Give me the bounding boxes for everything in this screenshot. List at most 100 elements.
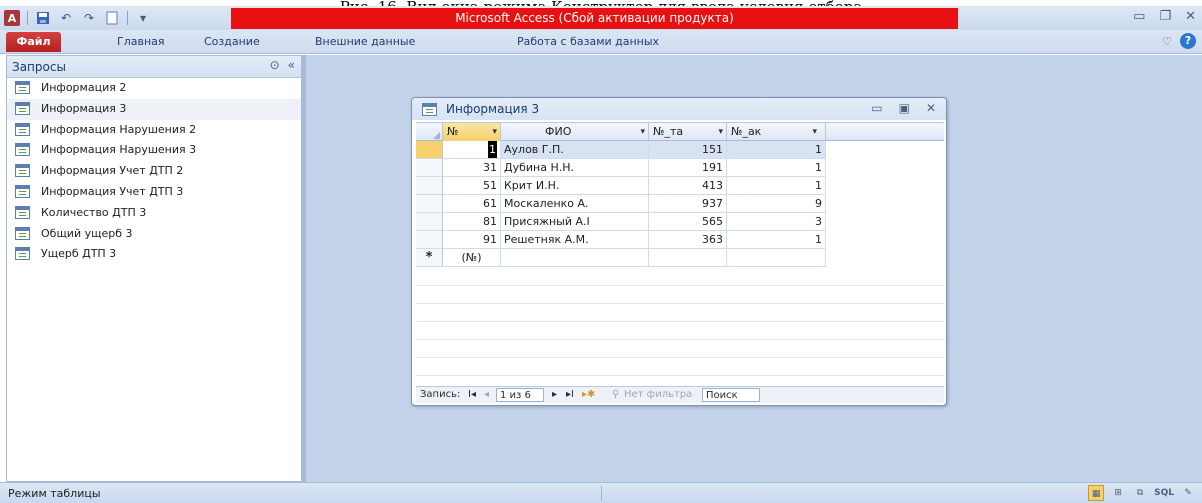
table-row[interactable]: 81 Присяжный А.I 565 3: [416, 213, 944, 231]
chevron-down-icon[interactable]: ▾: [492, 123, 497, 141]
row-selector[interactable]: [416, 195, 443, 213]
row-selector[interactable]: [416, 141, 443, 159]
minimize-icon[interactable]: ▭: [1133, 9, 1145, 24]
cell-no-ta[interactable]: 937: [649, 195, 727, 213]
tab-external-data[interactable]: Внешние данные: [315, 35, 415, 48]
tab-home[interactable]: Главная: [117, 35, 165, 48]
column-header-no-ta[interactable]: №_та ▾: [649, 123, 727, 141]
sql-view-button[interactable]: SQL: [1154, 485, 1174, 501]
pivotchart-view-icon[interactable]: ⧉: [1132, 485, 1148, 501]
filter-status[interactable]: Нет фильтра: [624, 388, 692, 402]
column-header-no[interactable]: № ▾: [443, 123, 501, 141]
prev-record-button[interactable]: ◂: [484, 388, 489, 402]
query-window-title-bar[interactable]: Информация 3 ▭ ▣ ✕: [412, 98, 946, 120]
new-icon[interactable]: [104, 10, 120, 26]
record-position-input[interactable]: 1 из 6: [496, 388, 544, 402]
cell-fio[interactable]: Решетняк А.М.: [501, 231, 649, 249]
nav-item-query[interactable]: Информация Учет ДТП 2: [7, 161, 301, 182]
nav-item-query[interactable]: Информация Учет ДТП 3: [7, 182, 301, 203]
next-record-button[interactable]: ▸: [552, 388, 557, 402]
cell-fio[interactable]: Аулов Г.П.: [501, 141, 649, 159]
tab-database-tools[interactable]: Работа с базами данных: [517, 35, 659, 48]
column-header-label: №_та: [653, 125, 684, 138]
column-header-fio[interactable]: ФИО ▾: [501, 123, 649, 141]
table-row[interactable]: 91 Решетняк А.М. 363 1: [416, 231, 944, 249]
chevron-down-icon[interactable]: ▾: [812, 123, 817, 141]
chevron-down-icon[interactable]: ▾: [718, 123, 723, 141]
cell-fio[interactable]: Москаленко А.: [501, 195, 649, 213]
cell-no-ta[interactable]: 191: [649, 159, 727, 177]
row-selector[interactable]: [416, 231, 443, 249]
row-selector[interactable]: [416, 177, 443, 195]
save-icon[interactable]: [35, 10, 51, 26]
cell-no-ak[interactable]: 1: [727, 141, 826, 159]
last-record-button[interactable]: ▸I: [566, 388, 574, 402]
table-row[interactable]: 61 Москаленко А. 937 9: [416, 195, 944, 213]
cell-no-placeholder[interactable]: (№): [443, 249, 501, 267]
cell-no[interactable]: 81: [443, 213, 501, 231]
chevron-down-icon[interactable]: ▾: [640, 123, 645, 141]
select-all-corner[interactable]: [416, 123, 443, 141]
nav-item-label: Информация 2: [41, 81, 127, 94]
cell-no-ak[interactable]: 3: [727, 213, 826, 231]
nav-item-query[interactable]: Ущерб ДТП 3: [7, 244, 301, 265]
cell-no[interactable]: 91: [443, 231, 501, 249]
cell-no[interactable]: 61: [443, 195, 501, 213]
tab-file[interactable]: Файл: [6, 32, 61, 52]
cell-no-ta[interactable]: [649, 249, 727, 267]
datasheet-view-icon[interactable]: ▦: [1088, 485, 1105, 501]
nav-item-label: Информация Нарушения 3: [41, 143, 197, 157]
new-record-button[interactable]: ▸✱: [582, 388, 595, 402]
redo-icon[interactable]: ↷: [81, 10, 97, 26]
nav-item-query[interactable]: Информация Нарушения 2: [7, 120, 301, 141]
customize-icon[interactable]: ▾: [135, 10, 151, 26]
cell-no-ta[interactable]: 413: [649, 177, 727, 195]
new-record-row[interactable]: * (№): [416, 249, 944, 267]
cell-no[interactable]: 51: [443, 177, 501, 195]
column-header-no-ak[interactable]: №_ак ▾: [727, 123, 826, 141]
close-icon[interactable]: ✕: [926, 101, 936, 115]
close-icon[interactable]: ✕: [1185, 9, 1196, 24]
help-icon[interactable]: ?: [1180, 33, 1196, 49]
cell-no-ta[interactable]: 565: [649, 213, 727, 231]
access-logo-icon[interactable]: A: [4, 10, 20, 26]
cell-fio[interactable]: [501, 249, 649, 267]
cell-no-ak[interactable]: 1: [727, 231, 826, 249]
nav-item-query[interactable]: Информация 3: [7, 98, 301, 120]
cell-fio[interactable]: Дубина Н.Н.: [501, 159, 649, 177]
cell-no[interactable]: 1: [443, 141, 501, 159]
design-view-icon[interactable]: ✎: [1180, 485, 1196, 501]
first-record-button[interactable]: I◂: [468, 388, 476, 402]
row-selector[interactable]: [416, 159, 443, 177]
table-row[interactable]: 31 Дубина Н.Н. 191 1: [416, 159, 944, 177]
row-selector[interactable]: [416, 213, 443, 231]
restore-icon[interactable]: ❐: [1159, 9, 1171, 24]
pivottable-view-icon[interactable]: ⊞: [1110, 485, 1126, 501]
cell-no-ak[interactable]: 1: [727, 177, 826, 195]
table-row[interactable]: 1 Аулов Г.П. 151 1: [416, 141, 944, 159]
table-row[interactable]: 51 Крит И.Н. 413 1: [416, 177, 944, 195]
cell-no-ta[interactable]: 363: [649, 231, 727, 249]
search-input[interactable]: Поиск: [702, 388, 760, 402]
cell-no-ak[interactable]: 1: [727, 159, 826, 177]
nav-item-query[interactable]: Общий ущерб 3: [7, 224, 301, 245]
tab-create[interactable]: Создание: [204, 35, 260, 48]
cell-no-ak[interactable]: [727, 249, 826, 267]
cell-no-ak[interactable]: 9: [727, 195, 826, 213]
maximize-icon[interactable]: ▣: [899, 101, 910, 115]
cell-no[interactable]: 31: [443, 159, 501, 177]
cell-fio[interactable]: Присяжный А.I: [501, 213, 649, 231]
nav-item-label: Количество ДТП 3: [41, 205, 147, 219]
nav-item-query[interactable]: Количество ДТП 3: [7, 203, 301, 224]
minimize-icon[interactable]: ▭: [871, 101, 882, 115]
ribbon-collapse-icon[interactable]: ♡: [1162, 35, 1172, 48]
query-icon: [422, 103, 437, 116]
nav-item-query[interactable]: Информация Нарушения 3: [7, 140, 301, 161]
nav-title[interactable]: Запросы: [12, 60, 66, 74]
nav-menu-icon[interactable]: ⊙: [270, 58, 280, 72]
undo-icon[interactable]: ↶: [58, 10, 74, 26]
cell-fio[interactable]: Крит И.Н.: [501, 177, 649, 195]
nav-item-query[interactable]: Информация 2: [7, 78, 301, 99]
nav-collapse-icon[interactable]: «: [288, 58, 295, 72]
cell-no-ta[interactable]: 151: [649, 141, 727, 159]
